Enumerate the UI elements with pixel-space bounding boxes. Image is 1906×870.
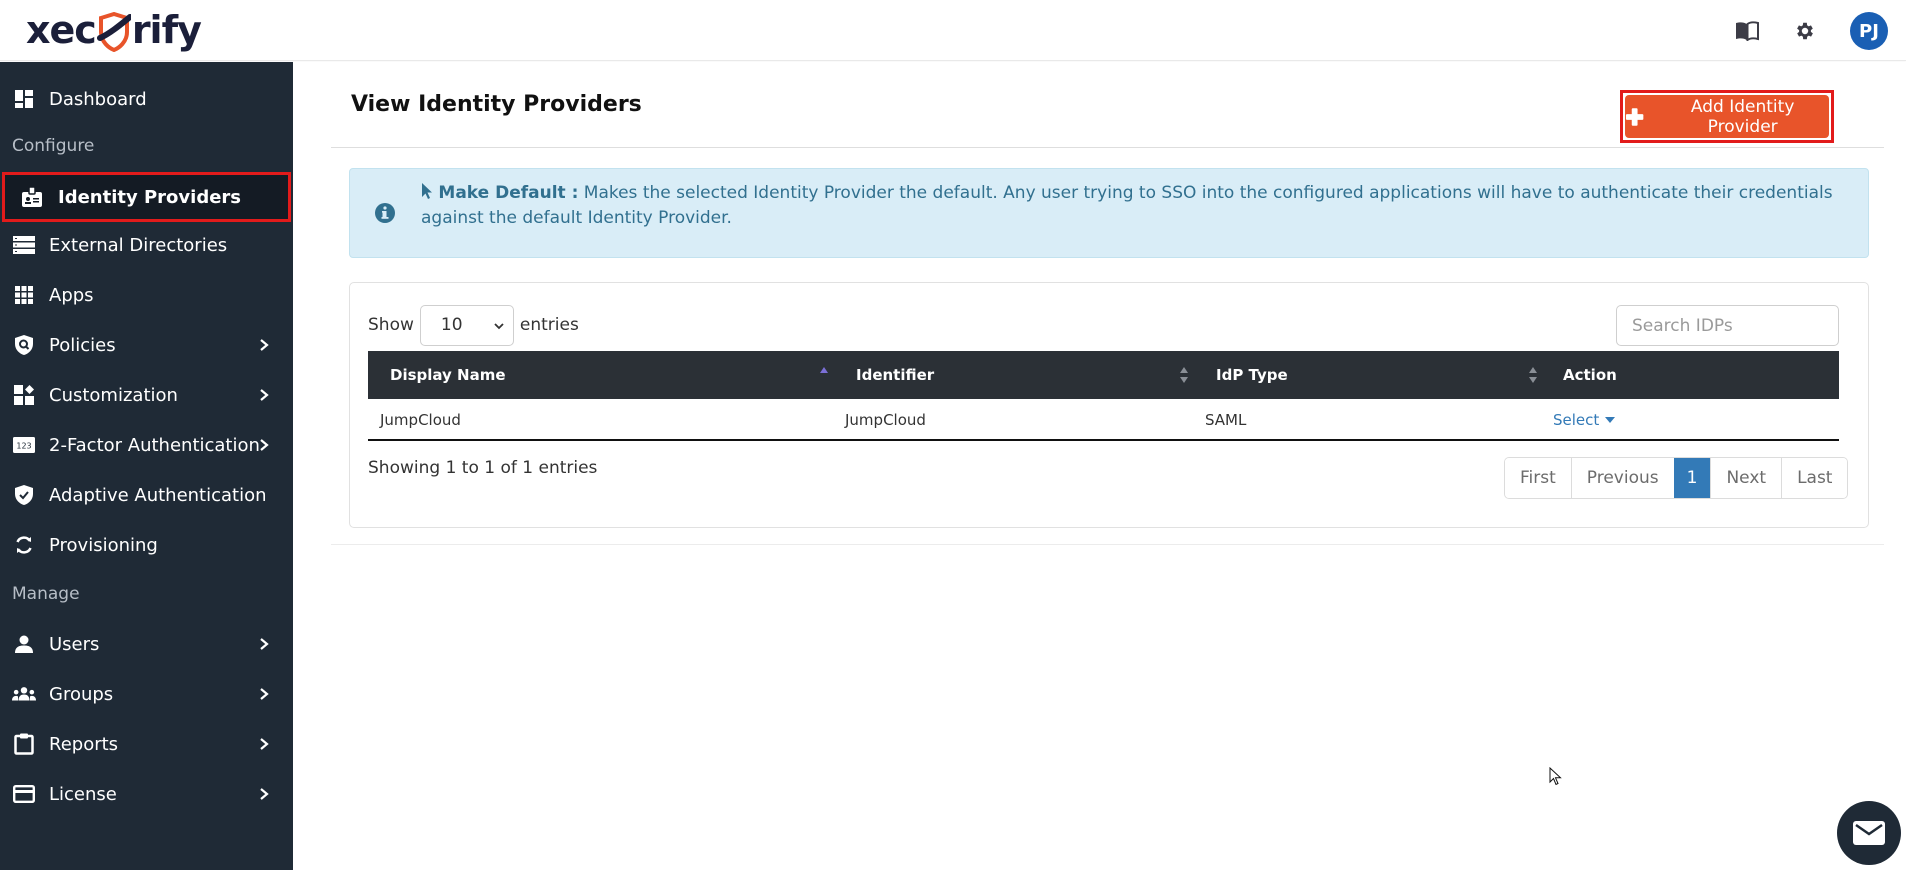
- page-title: View Identity Providers: [351, 92, 642, 117]
- gear-icon[interactable]: [1792, 18, 1818, 44]
- sort-both-icon[interactable]: [1527, 365, 1539, 385]
- logo-text-left: xec: [26, 8, 97, 52]
- chevron-right-icon: [260, 688, 269, 700]
- chevron-right-icon: [260, 738, 269, 750]
- page-next-button[interactable]: Next: [1710, 458, 1782, 498]
- sidebar-item-reports[interactable]: Reports: [0, 720, 293, 768]
- column-display-name[interactable]: Display Name: [390, 351, 506, 399]
- user-avatar[interactable]: PJ: [1850, 12, 1888, 50]
- user-icon: [12, 632, 36, 656]
- 123-icon: 123: [12, 433, 36, 457]
- card-icon: [12, 782, 36, 806]
- clipboard-icon: [12, 732, 36, 756]
- caret-down-icon: [1605, 417, 1616, 423]
- info-text: Make Default : Makes the selected Identi…: [421, 181, 1841, 231]
- search-idps-input[interactable]: [1616, 305, 1839, 346]
- chevron-right-icon: [260, 439, 269, 451]
- chevron-right-icon: [260, 638, 269, 650]
- chevron-right-icon: [260, 339, 269, 351]
- showing-info: Showing 1 to 1 of 1 entries: [368, 458, 598, 478]
- section-manage: Manage: [12, 584, 80, 604]
- page-size-select[interactable]: 10: [419, 304, 514, 346]
- add-button-label: Add Identity Provider: [1690, 96, 1795, 137]
- pointer-icon: [422, 183, 432, 199]
- plus-icon: [1625, 107, 1644, 126]
- sidebar-item-adaptive-authentication[interactable]: Adaptive Authentication: [0, 471, 293, 519]
- page-previous-button[interactable]: Previous: [1570, 458, 1674, 498]
- add-identity-provider-button[interactable]: Add Identity Provider: [1625, 95, 1829, 138]
- sidebar-item-policies[interactable]: Policies: [0, 321, 293, 369]
- grid-icon: [12, 283, 36, 307]
- column-action: Action: [1563, 366, 1617, 384]
- add-button-highlight: Add Identity Provider: [1620, 90, 1834, 143]
- page-size-control: Show 10 entries: [368, 304, 579, 346]
- logo-shield-icon: [96, 12, 131, 52]
- users-icon: [12, 682, 36, 706]
- shield-search-icon: [12, 333, 36, 357]
- sidebar-item-provisioning[interactable]: Provisioning: [0, 521, 293, 569]
- cell-identifier: JumpCloud: [845, 411, 926, 429]
- main-content: View Identity Providers Add Identity Pro…: [293, 62, 1906, 870]
- chevron-down-icon: [494, 322, 504, 329]
- column-idp-type[interactable]: IdP Type: [1216, 351, 1288, 399]
- mail-icon: [1853, 821, 1885, 845]
- show-label: Show: [368, 315, 414, 335]
- sidebar-item-users[interactable]: Users: [0, 620, 293, 668]
- sidebar-item-external-directories[interactable]: External Directories: [0, 221, 293, 269]
- sidebar-item-groups[interactable]: Groups: [0, 670, 293, 718]
- page-last-button[interactable]: Last: [1781, 458, 1848, 498]
- chevron-right-icon: [260, 788, 269, 800]
- row-action-select[interactable]: Select: [1553, 411, 1616, 429]
- sidebar-item-customization[interactable]: Customization: [0, 371, 293, 419]
- sidebar: Dashboard Configure Identity Providers E…: [0, 62, 293, 870]
- section-configure: Configure: [12, 136, 95, 156]
- info-description: Makes the selected Identity Provider the…: [421, 183, 1833, 228]
- server-icon: [12, 233, 36, 257]
- pagination: First Previous 1 Next Last: [1504, 457, 1849, 499]
- page-1-button[interactable]: 1: [1673, 458, 1711, 498]
- top-bar: xec rify PJ: [0, 0, 1906, 61]
- cell-display-name: JumpCloud: [380, 411, 461, 429]
- sort-asc-icon[interactable]: [818, 365, 830, 385]
- table-header: Display Name Identifier IdP Type Action: [368, 351, 1839, 399]
- content-divider: [331, 544, 1884, 545]
- chat-support-button[interactable]: [1837, 801, 1901, 865]
- column-identifier[interactable]: Identifier: [856, 351, 934, 399]
- sync-icon: [12, 533, 36, 557]
- id-badge-icon: [20, 185, 44, 209]
- entries-label: entries: [519, 315, 579, 335]
- sidebar-item-license[interactable]: License: [0, 770, 293, 818]
- book-icon[interactable]: [1734, 18, 1760, 44]
- logo-text-right: rify: [131, 8, 202, 52]
- info-bold-label: Make Default :: [438, 183, 579, 203]
- svg-text:123: 123: [16, 442, 31, 451]
- shield-check-icon: [12, 483, 36, 507]
- header-divider: [331, 147, 1884, 148]
- mouse-cursor-icon: [1549, 767, 1562, 786]
- page-first-button[interactable]: First: [1505, 458, 1571, 498]
- sidebar-item-2fa[interactable]: 123 2-Factor Authentication: [0, 421, 293, 469]
- info-alert: Make Default : Makes the selected Identi…: [349, 168, 1869, 258]
- widgets-icon: [12, 383, 36, 407]
- sort-both-icon[interactable]: [1178, 365, 1190, 385]
- idp-table-card: Show 10 entries Display Name Identifier …: [349, 282, 1869, 528]
- table-row: JumpCloud JumpCloud SAML Select: [368, 399, 1839, 441]
- sidebar-item-apps[interactable]: Apps: [0, 271, 293, 319]
- info-icon: [375, 203, 395, 223]
- dashboard-icon: [12, 87, 36, 111]
- page-size-value: 10: [440, 315, 463, 335]
- idp-table: Display Name Identifier IdP Type Action …: [368, 351, 1839, 441]
- sidebar-item-dashboard[interactable]: Dashboard: [0, 75, 293, 123]
- cell-idp-type: SAML: [1205, 411, 1247, 429]
- chevron-right-icon: [260, 389, 269, 401]
- sidebar-item-identity-providers[interactable]: Identity Providers: [2, 172, 291, 222]
- xecurify-logo[interactable]: xec rify: [26, 6, 202, 54]
